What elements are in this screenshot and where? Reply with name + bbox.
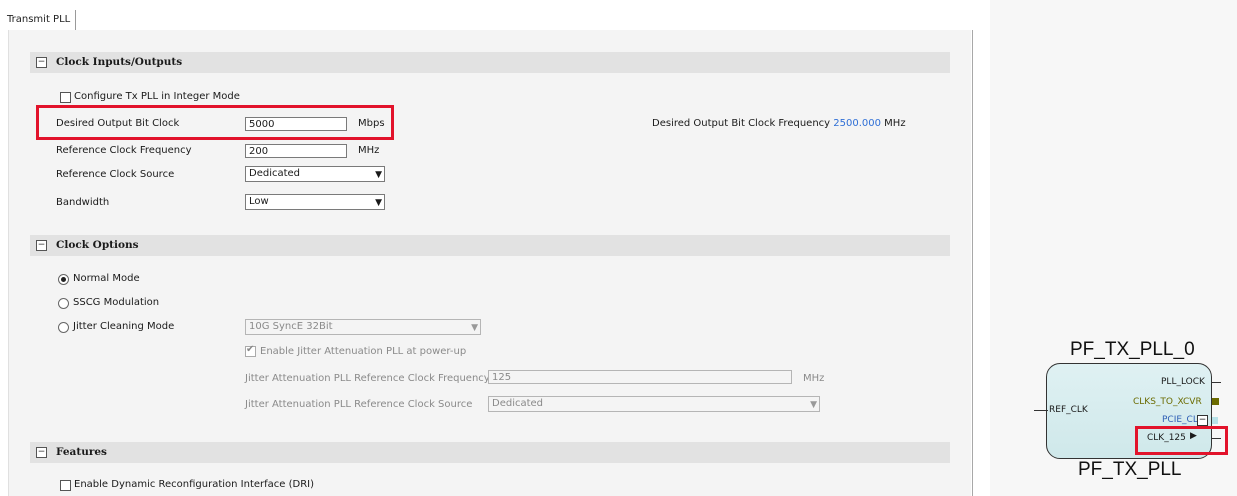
bandwidth-label: Bandwidth [56,197,110,208]
dropdown-arrow-icon[interactable]: ▼ [375,196,382,210]
collapse-clock-options-icon[interactable]: − [36,240,47,251]
output-freq-value: 2500.000 [833,118,881,129]
checkmark-icon: ✔ [246,344,255,355]
sscg-modulation-label: SSCG Modulation [73,297,160,308]
block-instance-name: PF_TX_PLL_0 [1070,339,1195,360]
ref-clock-freq-label: Reference Clock Frequency [56,145,192,156]
jitter-ref-freq-input[interactable]: 125 [488,370,792,384]
jitter-ref-source-label: Jitter Attenuation PLL Reference Clock S… [245,399,473,410]
dri-label: Enable Dynamic Reconfiguration Interface… [74,479,315,490]
integer-mode-checkbox[interactable] [60,92,71,103]
port-ref-clk[interactable]: REF_CLK [1049,405,1088,415]
jitter-mode-select[interactable]: 10G SyncE 32Bit ▼ [245,319,481,335]
collapse-features-icon[interactable]: − [36,447,47,458]
jitter-ref-source-select[interactable]: Dedicated ▼ [488,396,820,412]
port-clks-to-xcvr[interactable]: CLKS_TO_XCVR [1133,397,1202,407]
radio-sscg-modulation[interactable] [58,298,69,309]
ref-clock-source-select[interactable]: Dedicated ▼ [245,166,385,182]
tab-bar: Transmit PLL [0,0,990,30]
radio-normal-mode[interactable] [58,274,69,285]
ref-clock-source-value: Dedicated [249,168,301,179]
radio-selected-dot [61,277,66,282]
dropdown-arrow-icon[interactable]: ▼ [810,398,817,412]
jitter-ref-source-value: Dedicated [492,398,544,409]
jitter-mode-value: 10G SyncE 32Bit [249,321,333,332]
bus-port-icon [1212,398,1219,405]
enable-jitter-label: Enable Jitter Attenuation PLL at power-u… [260,346,467,357]
collapse-clock-io-icon[interactable]: − [36,57,47,68]
panel-divider [972,30,973,496]
ref-clock-freq-input[interactable]: 200 [245,144,347,158]
output-freq-label: Desired Output Bit Clock Frequency 2500.… [652,118,906,129]
dri-checkbox[interactable] [60,480,71,491]
ref-clock-source-label: Reference Clock Source [56,169,175,180]
jitter-cleaning-label: Jitter Cleaning Mode [73,321,175,332]
port-pll-lock[interactable]: PLL_LOCK [1161,377,1205,387]
ref-clock-freq-unit: MHz [358,145,380,156]
section-title-clock-io: Clock Inputs/Outputs [56,56,183,68]
bandwidth-value: Low [249,196,269,207]
dropdown-arrow-icon[interactable]: ▼ [375,168,382,182]
highlight-box-output-clock [36,105,394,140]
bandwidth-select[interactable]: Low ▼ [245,194,385,210]
dropdown-arrow-icon[interactable]: ▼ [471,321,478,335]
output-freq-label-text: Desired Output Bit Clock Frequency [652,118,831,129]
integer-mode-label: Configure Tx PLL in Integer Mode [74,91,240,102]
jitter-ref-freq-label: Jitter Attenuation PLL Reference Clock F… [245,373,490,384]
ref-clk-wire [1034,410,1048,411]
radio-jitter-cleaning[interactable] [58,322,69,333]
expand-port-icon[interactable]: − [1197,415,1208,426]
tab-transmit-pll[interactable]: Transmit PLL [2,10,77,30]
normal-mode-label: Normal Mode [73,273,140,284]
enable-jitter-checkbox[interactable]: ✔ [245,344,256,357]
output-freq-unit: MHz [884,118,906,129]
section-title-clock-options: Clock Options [56,239,139,251]
jitter-ref-freq-unit: MHz [803,373,825,384]
section-title-features: Features [56,446,107,458]
pcie-port-stub [1212,417,1218,424]
block-module-name: PF_TX_PLL [1078,459,1182,480]
pll-lock-wire [1211,382,1221,383]
section-header-clock-options [30,235,950,256]
section-header-features [30,442,950,463]
highlight-box-clk-125 [1135,426,1228,455]
